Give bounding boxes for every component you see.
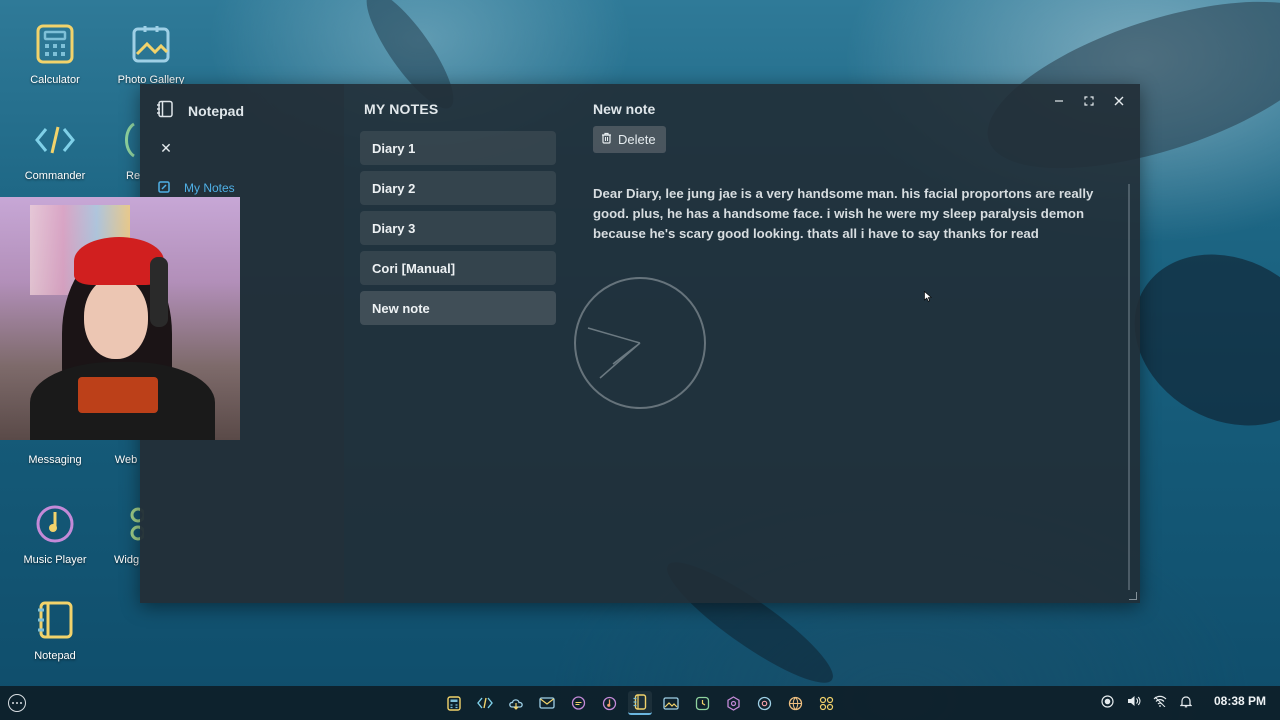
taskbar-cloud-icon[interactable] — [504, 691, 528, 715]
taskbar-settings-icon[interactable] — [721, 691, 745, 715]
sidebar-item-label: My Notes — [184, 180, 235, 195]
taskbar: 08:38 PM — [0, 686, 1280, 720]
app-title-row: Notepad — [156, 100, 244, 122]
minimize-button[interactable] — [1046, 89, 1072, 111]
note-item-cori-manual[interactable]: Cori [Manual] — [360, 251, 556, 285]
notepad-icon — [33, 598, 77, 642]
desktop-icon-photo-gallery[interactable]: Photo Gallery — [106, 22, 196, 86]
desktop-icon-label: Calculator — [30, 74, 80, 86]
minimize-icon — [1054, 91, 1064, 110]
note-list: Diary 1 Diary 2 Diary 3 Cori [Manual] Ne… — [360, 131, 556, 331]
note-item-diary-2[interactable]: Diary 2 — [360, 171, 556, 205]
note-item-diary-1[interactable]: Diary 1 — [360, 131, 556, 165]
desktop-icon-notepad[interactable]: Notepad — [10, 598, 100, 662]
tray-volume-icon[interactable] — [1126, 693, 1142, 709]
loading-spinner-icon — [573, 276, 707, 414]
trash-icon — [601, 132, 612, 147]
note-title[interactable]: New note — [593, 101, 655, 117]
taskbar-grid-icon[interactable] — [814, 691, 838, 715]
notes-list-panel: MY NOTES Diary 1 Diary 2 Diary 3 Cori [M… — [360, 84, 560, 603]
taskbar-code-icon[interactable] — [473, 691, 497, 715]
notes-heading: MY NOTES — [364, 101, 439, 117]
tray-wifi-icon[interactable] — [1152, 693, 1168, 709]
tray-record-icon[interactable] — [1100, 693, 1116, 709]
desktop-icon-calculator[interactable]: Calculator — [10, 22, 100, 86]
notepad-window: Notepad ✕ My Notes MY NOTES Diary 1 Diar… — [140, 84, 1140, 603]
taskbar-apps-icon[interactable] — [752, 691, 776, 715]
taskbar-notepad-icon[interactable] — [628, 691, 652, 715]
start-menu-button[interactable] — [8, 694, 26, 712]
delete-button[interactable]: Delete — [593, 126, 666, 153]
webcam-overlay — [0, 197, 240, 440]
photo-gallery-icon — [129, 22, 173, 66]
calculator-icon — [33, 22, 77, 66]
note-editor: New note Delete Dear Diary, lee jung jae… — [574, 84, 1140, 603]
desktop-icon-label: Music Player — [23, 554, 87, 566]
resize-handle[interactable] — [1129, 592, 1137, 600]
recycle-icon — [122, 118, 136, 162]
close-window-button[interactable] — [1106, 89, 1132, 111]
code-icon — [33, 118, 77, 162]
system-tray: 08:38 PM — [1100, 693, 1266, 709]
close-icon: ✕ — [160, 141, 172, 157]
note-icon — [158, 178, 170, 197]
tray-notification-bell-icon[interactable] — [1178, 693, 1194, 709]
desktop-icon-label: Commander — [24, 170, 86, 182]
desktop-icon-commander[interactable]: Commander — [10, 118, 100, 182]
taskbar-clock[interactable]: 08:38 PM — [1214, 694, 1266, 708]
taskbar-calculator-icon[interactable] — [442, 691, 466, 715]
taskbar-clock-icon[interactable] — [690, 691, 714, 715]
note-item-diary-3[interactable]: Diary 3 — [360, 211, 556, 245]
desktop-icon-label: Messaging — [28, 454, 82, 466]
window-controls — [1046, 89, 1132, 111]
close-sidebar-button[interactable]: ✕ — [159, 142, 173, 156]
taskbar-gallery-icon[interactable] — [659, 691, 683, 715]
desktop-icon-music-player[interactable]: Music Player — [10, 502, 100, 566]
notepad-icon — [156, 100, 174, 122]
editor-scrollbar[interactable] — [1128, 184, 1130, 590]
maximize-button[interactable] — [1076, 89, 1102, 111]
taskbar-apps — [442, 691, 838, 715]
app-title: Notepad — [188, 103, 244, 119]
desktop-icon-messaging[interactable]: Messaging — [10, 454, 100, 466]
delete-label: Delete — [618, 132, 656, 147]
taskbar-chat-icon[interactable] — [566, 691, 590, 715]
maximize-icon — [1084, 91, 1094, 110]
note-body-textarea[interactable]: Dear Diary, lee jung jae is a very hands… — [593, 184, 1121, 244]
mouse-cursor-icon — [924, 287, 933, 306]
taskbar-mail-icon[interactable] — [535, 691, 559, 715]
taskbar-web-icon[interactable] — [783, 691, 807, 715]
desktop-icon-label: Notepad — [34, 650, 76, 662]
close-icon — [1114, 91, 1124, 110]
sidebar-item-my-notes[interactable]: My Notes — [158, 178, 235, 197]
taskbar-music-icon[interactable] — [597, 691, 621, 715]
note-item-new-note[interactable]: New note — [360, 291, 556, 325]
music-player-icon — [33, 502, 77, 546]
